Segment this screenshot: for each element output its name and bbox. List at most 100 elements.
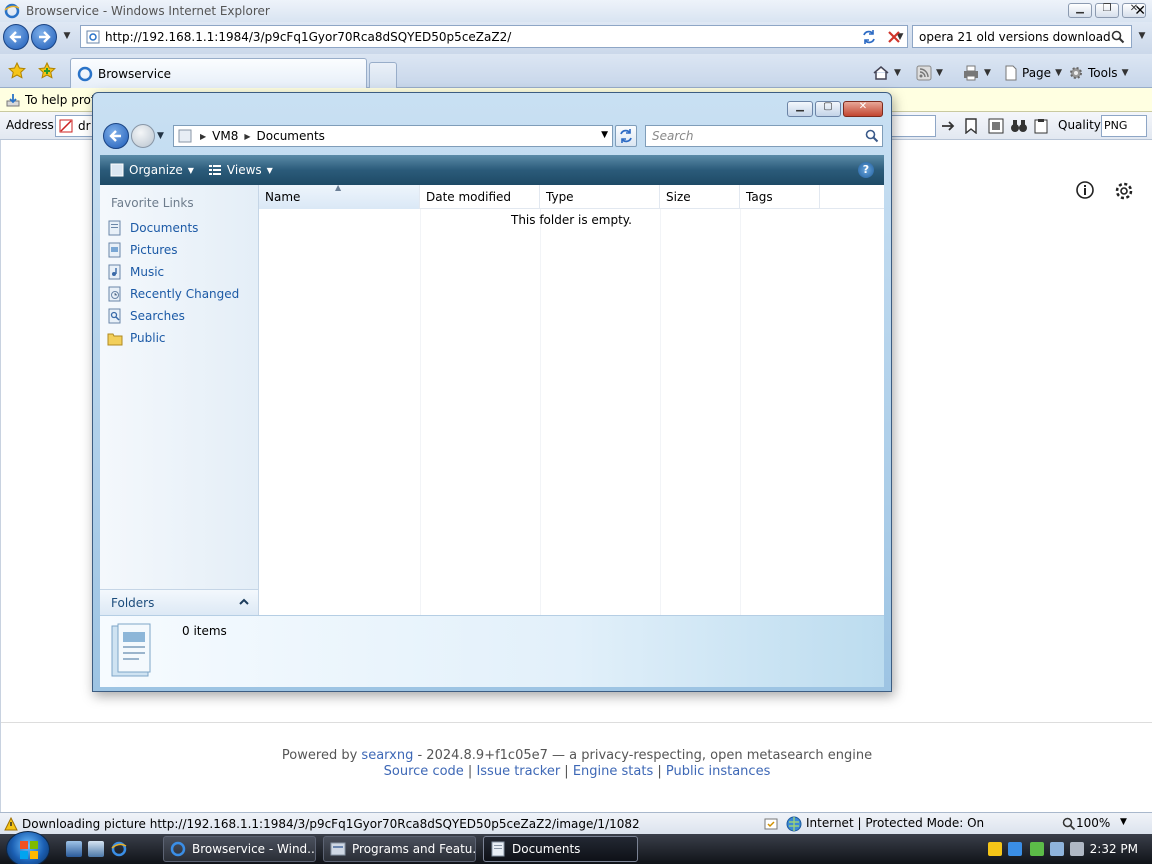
go-arrow-icon[interactable]: [938, 115, 960, 137]
views-icon: [208, 165, 221, 175]
show-desktop-icon[interactable]: [66, 841, 82, 857]
back-arrow-icon: [109, 130, 121, 142]
fav-link-label: Documents: [130, 221, 199, 235]
ie-address-bar[interactable]: http://192.168.1.1:1984/3/p9cFq1Gyor70Rc…: [80, 25, 908, 48]
fav-link-pictures[interactable]: Pictures: [107, 241, 178, 259]
breadcrumb-dropdown-icon[interactable]: ▼: [601, 130, 608, 140]
home-icon: [873, 66, 889, 80]
screenshot-icon[interactable]: [985, 115, 1007, 137]
browservice-address-field[interactable]: dr: [55, 115, 95, 137]
address-field-end[interactable]: [888, 115, 936, 137]
information-bar-text[interactable]: To help prote: [25, 93, 95, 107]
ie-back-button[interactable]: [3, 24, 29, 50]
security-status-icon[interactable]: [764, 817, 778, 831]
search-icon[interactable]: [1111, 30, 1125, 44]
explorer-search-input[interactable]: Search: [645, 125, 883, 147]
control-panel-icon: [330, 842, 346, 856]
task-browservice[interactable]: Browservice - Wind...: [163, 836, 316, 862]
column-tags[interactable]: Tags: [740, 185, 820, 209]
tray-network-icon[interactable]: [1050, 842, 1064, 856]
settings-gear-icon[interactable]: [1113, 180, 1135, 202]
search-provider-chevron-icon[interactable]: ▼: [1135, 31, 1149, 41]
taskbar-clock[interactable]: 2:32 PM: [1090, 842, 1138, 856]
breadcrumb-documents[interactable]: Documents: [257, 129, 325, 143]
help-icon[interactable]: ?: [858, 162, 874, 178]
tools-menu[interactable]: Tools ▼: [1068, 62, 1128, 84]
task-programs-and-features[interactable]: Programs and Featu...: [323, 836, 476, 862]
column-type[interactable]: Type: [540, 185, 660, 209]
ie-restore-button[interactable]: ❐: [1095, 3, 1119, 18]
public-instances-link[interactable]: Public instances: [666, 764, 770, 779]
ie-forward-button[interactable]: [31, 24, 57, 50]
explorer-maximize-button[interactable]: ▢: [815, 101, 841, 117]
column-tags-label: Tags: [746, 190, 773, 204]
favorites-star-icon[interactable]: [6, 60, 28, 82]
page-menu[interactable]: Page ▼: [1004, 62, 1062, 84]
explorer-back-button[interactable]: [103, 123, 129, 149]
ie-status-bar: Downloading picture http://192.168.1.1:1…: [0, 812, 1152, 834]
explorer-minimize-button[interactable]: ▁: [787, 101, 813, 117]
issue-tracker-link[interactable]: Issue tracker: [476, 764, 560, 779]
ie-quicklaunch-icon[interactable]: [111, 841, 127, 857]
fav-link-searches[interactable]: Searches: [107, 307, 185, 325]
column-date-modified[interactable]: Date modified: [420, 185, 540, 209]
home-button[interactable]: ▼: [872, 62, 901, 84]
column-size[interactable]: Size: [660, 185, 740, 209]
stop-icon[interactable]: [883, 26, 905, 48]
views-menu[interactable]: Views ▼: [208, 163, 273, 177]
ie-minimize-button[interactable]: ▁: [1068, 3, 1092, 18]
explorer-breadcrumb[interactable]: ▶ VM8 ▶ Documents ▼: [173, 125, 613, 147]
tray-shield-icon[interactable]: [988, 842, 1002, 856]
fav-link-documents[interactable]: Documents: [107, 219, 198, 237]
new-tab-button[interactable]: [369, 62, 397, 88]
security-zone-text[interactable]: Internet | Protected Mode: On: [806, 816, 984, 830]
tray-volume-muted-icon[interactable]: [1070, 842, 1084, 856]
ie-url-text[interactable]: http://192.168.1.1:1984/3/p9cFq1Gyor70Rc…: [105, 30, 893, 44]
tray-security-icon[interactable]: [1008, 842, 1022, 856]
chevron-up-icon: [239, 598, 249, 605]
clipboard-icon[interactable]: [1030, 115, 1052, 137]
find-binoculars-icon[interactable]: [1008, 115, 1030, 137]
quality-select[interactable]: PNG: [1101, 115, 1147, 137]
footer-version-text: - 2024.8.9+f1c05e7 — a privacy-respectin…: [413, 748, 873, 763]
explorer-refresh-button[interactable]: [615, 125, 637, 147]
engine-stats-link[interactable]: Engine stats: [573, 764, 653, 779]
bookmark-icon[interactable]: [960, 115, 982, 137]
file-list[interactable]: Name ▲ Date modified Type Size Tags This…: [259, 183, 884, 615]
printer-icon: [964, 65, 978, 81]
ie-search-text[interactable]: opera 21 old versions download: [913, 30, 1111, 44]
zoom-level[interactable]: 100%: [1076, 816, 1110, 830]
recent-pages-chevron-icon[interactable]: ▼: [60, 31, 74, 41]
breadcrumb-vm8[interactable]: VM8: [212, 129, 238, 143]
breadcrumb-separator-icon[interactable]: ▶: [244, 132, 250, 141]
print-button[interactable]: ▼: [962, 62, 991, 84]
tab-browservice[interactable]: Browservice: [70, 58, 367, 88]
recent-locations-chevron-icon[interactable]: ▼: [157, 131, 164, 141]
zoom-dropdown-icon[interactable]: ▼: [1120, 817, 1127, 827]
breadcrumb-separator-icon[interactable]: ▶: [200, 132, 206, 141]
switch-windows-icon[interactable]: [88, 841, 104, 857]
fav-link-recently-changed[interactable]: Recently Changed: [107, 285, 239, 303]
search-icon[interactable]: [865, 129, 879, 143]
download-warning-icon: [6, 93, 20, 106]
start-button[interactable]: [6, 831, 50, 864]
explorer-forward-button[interactable]: [131, 124, 155, 148]
explorer-close-button[interactable]: ✕: [843, 101, 883, 117]
feeds-button[interactable]: ▼: [916, 62, 943, 84]
source-code-link[interactable]: Source code: [384, 764, 464, 779]
fav-link-public[interactable]: Public: [107, 329, 166, 347]
refresh-icon[interactable]: [858, 26, 880, 48]
column-name[interactable]: Name ▲: [259, 183, 420, 209]
task-documents[interactable]: Documents: [483, 836, 638, 862]
rss-feed-icon: [916, 65, 932, 81]
info-icon[interactable]: [1075, 180, 1095, 200]
add-favorite-icon[interactable]: [36, 60, 58, 82]
folders-toggle[interactable]: Folders: [100, 589, 259, 615]
fav-link-music[interactable]: Music: [107, 263, 164, 281]
ie-search-box[interactable]: opera 21 old versions download: [912, 25, 1132, 48]
information-bar-close-icon[interactable]: ✕: [1134, 3, 1146, 19]
organize-menu[interactable]: Organize ▼: [110, 163, 194, 177]
address-field-text[interactable]: dr: [78, 119, 91, 133]
tray-update-icon[interactable]: [1030, 842, 1044, 856]
searxng-link[interactable]: searxng: [361, 748, 413, 763]
